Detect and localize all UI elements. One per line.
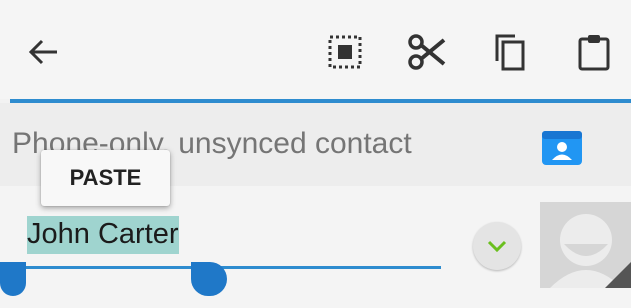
clipboard-icon xyxy=(578,35,610,71)
scissors-icon xyxy=(408,34,446,70)
selected-text[interactable]: John Carter xyxy=(27,216,179,254)
person-placeholder-icon xyxy=(550,214,631,288)
arrow-left-icon xyxy=(28,39,57,65)
selection-end-handle[interactable] xyxy=(191,262,227,296)
copy-button[interactable] xyxy=(482,24,538,80)
contextual-action-bar xyxy=(0,0,631,99)
selection-start-handle[interactable] xyxy=(0,262,26,296)
select-all-button[interactable] xyxy=(317,24,373,80)
select-all-icon xyxy=(328,35,362,69)
back-button[interactable] xyxy=(16,24,72,80)
copy-icon xyxy=(495,34,525,71)
avatar[interactable] xyxy=(540,202,631,288)
chevron-down-icon xyxy=(487,240,507,253)
paste-popup-button[interactable]: PASTE xyxy=(41,150,170,206)
paste-toolbar-button[interactable] xyxy=(566,24,622,80)
contact-card-icon xyxy=(540,127,584,167)
cut-button[interactable] xyxy=(399,24,455,80)
name-input[interactable]: John Carter xyxy=(27,216,179,254)
expand-name-button[interactable] xyxy=(473,222,521,270)
name-input-underline xyxy=(10,266,441,269)
